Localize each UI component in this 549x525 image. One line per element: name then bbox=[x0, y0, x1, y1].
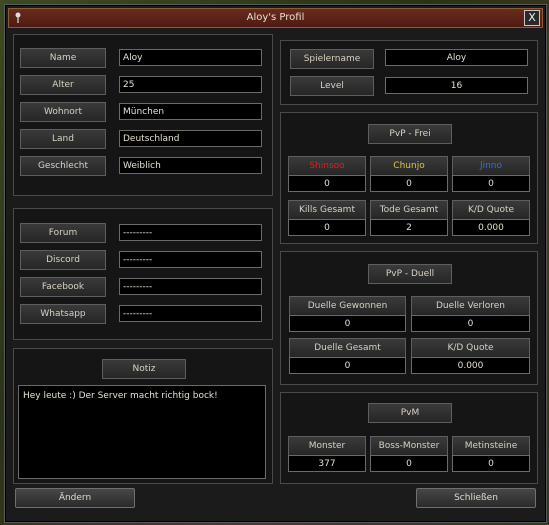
deaths-label: Tode Gesamt bbox=[370, 200, 448, 220]
deaths-value: 2 bbox=[370, 219, 448, 236]
discord-field: --------- bbox=[119, 251, 262, 268]
level-field: 16 bbox=[385, 77, 528, 94]
close-button[interactable]: Schließen bbox=[416, 488, 536, 508]
jinno-text: Jinno bbox=[479, 161, 503, 171]
shinsoo-value: 0 bbox=[288, 175, 366, 192]
pvp-frei-title: PvP - Frei bbox=[368, 124, 452, 144]
duels-lost-value: 0 bbox=[411, 315, 530, 332]
duels-total-value: 0 bbox=[289, 357, 406, 374]
duel-kd-label: K/D Quote bbox=[411, 338, 530, 358]
forum-label: Forum bbox=[20, 223, 106, 243]
facebook-label: Facebook bbox=[20, 277, 106, 297]
edit-button[interactable]: Ändern bbox=[15, 488, 135, 508]
player-name-field: Aloy bbox=[385, 49, 528, 66]
boss-monster-label: Boss-Monster bbox=[370, 436, 448, 456]
name-label: Name bbox=[20, 48, 106, 68]
age-label: Alter bbox=[20, 75, 106, 95]
boss-monster-value: 0 bbox=[370, 455, 448, 472]
monster-value: 377 bbox=[288, 455, 366, 472]
shinsoo-label: Shinsoo bbox=[288, 156, 366, 176]
age-field: 25 bbox=[119, 76, 262, 93]
duels-won-label: Duelle Gewonnen bbox=[289, 296, 406, 316]
chunjo-label: Chunjo bbox=[370, 156, 448, 176]
monster-label: Monster bbox=[288, 436, 366, 456]
level-label: Level bbox=[290, 76, 374, 96]
close-icon[interactable]: X bbox=[524, 10, 540, 26]
social-panel: Forum --------- Discord --------- Facebo… bbox=[13, 208, 273, 340]
jinno-label: Jinno bbox=[452, 156, 530, 176]
window-title: Aloy's Profil bbox=[246, 12, 305, 23]
metinstones-label: Metinsteine bbox=[452, 436, 530, 456]
gender-field: Weiblich bbox=[119, 157, 262, 174]
duel-kd-value: 0.000 bbox=[411, 357, 530, 374]
whatsapp-label: Whatsapp bbox=[20, 304, 106, 324]
player-name-label: Spielername bbox=[290, 49, 374, 69]
country-field: Deutschland bbox=[119, 130, 262, 147]
duels-lost-label: Duelle Verloren bbox=[411, 296, 530, 316]
kd-value: 0.000 bbox=[452, 219, 530, 236]
duels-total-label: Duelle Gesamt bbox=[289, 338, 406, 358]
profile-panel: Name Aloy Alter 25 Wohnort München Land … bbox=[13, 34, 273, 196]
duels-won-value: 0 bbox=[289, 315, 406, 332]
kills-value: 0 bbox=[288, 219, 366, 236]
gender-label: Geschlecht bbox=[20, 156, 106, 176]
pvp-duell-panel: PvP - Duell Duelle Gewonnen 0 Duelle Ver… bbox=[280, 251, 538, 385]
metinstones-value: 0 bbox=[452, 455, 530, 472]
residence-field: München bbox=[119, 103, 262, 120]
notiz-panel: Notiz Hey leute :) Der Server macht rich… bbox=[13, 348, 273, 484]
notiz-text: Hey leute :) Der Server macht richtig bo… bbox=[18, 385, 266, 479]
shinsoo-text: Shinsoo bbox=[309, 161, 345, 171]
discord-label: Discord bbox=[20, 250, 106, 270]
profile-window: Aloy's Profil X Name Aloy Alter 25 Wohno… bbox=[4, 4, 547, 523]
player-panel: Spielername Aloy Level 16 bbox=[280, 40, 538, 105]
pvp-duell-title: PvP - Duell bbox=[368, 264, 452, 284]
notiz-label: Notiz bbox=[102, 359, 186, 379]
chunjo-value: 0 bbox=[370, 175, 448, 192]
name-field: Aloy bbox=[119, 49, 262, 66]
pvp-frei-panel: PvP - Frei Shinsoo 0 Chunjo 0 Jinno 0 Ki… bbox=[280, 112, 538, 244]
kd-label: K/D Quote bbox=[452, 200, 530, 220]
forum-field: --------- bbox=[119, 224, 262, 241]
facebook-field: --------- bbox=[119, 278, 262, 295]
pvm-title: PvM bbox=[368, 403, 452, 423]
whatsapp-field: --------- bbox=[119, 305, 262, 322]
chunjo-text: Chunjo bbox=[393, 161, 425, 171]
residence-label: Wohnort bbox=[20, 102, 106, 122]
jinno-value: 0 bbox=[452, 175, 530, 192]
title-bar[interactable]: Aloy's Profil X bbox=[8, 8, 543, 28]
country-label: Land bbox=[20, 129, 106, 149]
kills-label: Kills Gesamt bbox=[288, 200, 366, 220]
pvm-panel: PvM Monster 377 Boss-Monster 0 Metinstei… bbox=[280, 392, 538, 484]
